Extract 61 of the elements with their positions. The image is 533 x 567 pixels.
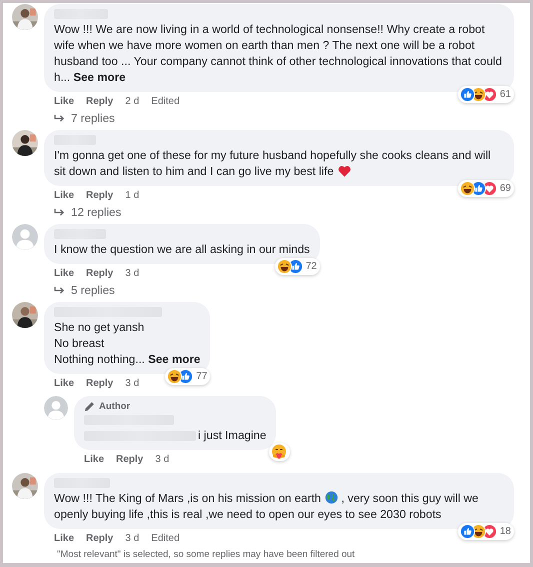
reply-arrow-icon [54,286,65,295]
globe-icon [324,491,338,504]
view-replies-link[interactable]: 12 replies [54,206,122,219]
like-link[interactable]: Like [54,532,74,544]
heart-reaction-icon [482,524,497,539]
reaction-summary[interactable]: 61 [458,86,514,103]
like-link[interactable]: Like [54,378,74,388]
reaction-summary[interactable]: 72 [274,258,320,275]
edited-label: Edited [151,96,180,106]
like-reaction-icon [288,259,303,274]
see-more-link[interactable]: See more [148,353,200,366]
like-reaction-icon [460,87,475,102]
heart-icon [338,165,351,177]
timestamp: 3 d [125,378,140,388]
reaction-summary[interactable]: 18 [458,523,514,540]
laughing-face-icon [470,524,486,539]
reaction-summary[interactable]: 69 [458,180,514,197]
like-link[interactable]: Like [54,96,74,106]
laughing-face-icon [460,181,475,196]
filter-note: "Most relevant" is selected, so some replies may have been filtered out [57,549,356,561]
laughing-face-icon [276,259,292,274]
reaction-summary[interactable] [269,443,290,461]
author-label: Author [99,401,130,412]
comment-text: She no get yansh No breast Nothing nothing... See more [54,320,200,368]
like-link[interactable]: Like [54,190,74,200]
like-reaction-icon [470,181,486,196]
like-link[interactable]: Like [84,454,104,464]
reply-link[interactable]: Reply [86,190,114,200]
laughing-face-icon [470,87,486,102]
reply-link[interactable]: Reply [116,454,144,464]
reply-link[interactable]: Reply [86,532,114,544]
reply-link[interactable]: Reply [86,378,114,388]
pencil-icon [84,401,95,412]
like-reaction-icon [178,369,194,384]
avatar-icon[interactable] [12,224,38,250]
reply-arrow-icon [54,114,65,123]
comment-text: Wow !!! We are now living in a world of technological nonsense!! Why create a robot wife when we have more women on earth than men ? The next one will be a robot husband too ... Your company cannot think of other technological innovations that could h... See more [54,22,503,86]
timestamp: 3 d [125,532,140,544]
reply-link[interactable]: Reply [86,96,114,106]
timestamp: 1 d [125,190,140,200]
timestamp: 3 d [125,268,140,278]
heart-reaction-icon [482,87,497,102]
reply-link[interactable]: Reply [86,268,114,278]
comment-text: Wow !!! The King of Mars ,is on his mission on earth , very soon this guy will we openly buying life ,this is real ,we need to open our eyes to see 2030 robots [54,491,480,523]
edited-label: Edited [151,532,180,544]
reply-arrow-icon [54,208,65,217]
comment-text: I know the question we are all asking in our minds [54,242,310,258]
avatar-icon[interactable] [44,396,68,420]
view-replies-link[interactable]: 7 replies [54,112,115,125]
hugging-face-icon [271,444,288,460]
comment-text: i just Imagine [198,428,266,444]
laughing-face-icon [167,369,182,384]
heart-reaction-icon [482,181,497,196]
see-more-link[interactable]: See more [73,71,126,84]
timestamp: 3 d [155,454,170,464]
like-link[interactable]: Like [54,268,74,278]
reaction-summary[interactable]: 77 [165,368,210,385]
comment-text: I'm gonna get one of these for my future husband hopefully she cooks cleans and will sit down and listen to him and I can go live my best life [54,148,492,180]
timestamp: 2 d [125,96,140,106]
view-replies-link[interactable]: 5 replies [54,284,115,297]
like-reaction-icon [460,524,475,539]
